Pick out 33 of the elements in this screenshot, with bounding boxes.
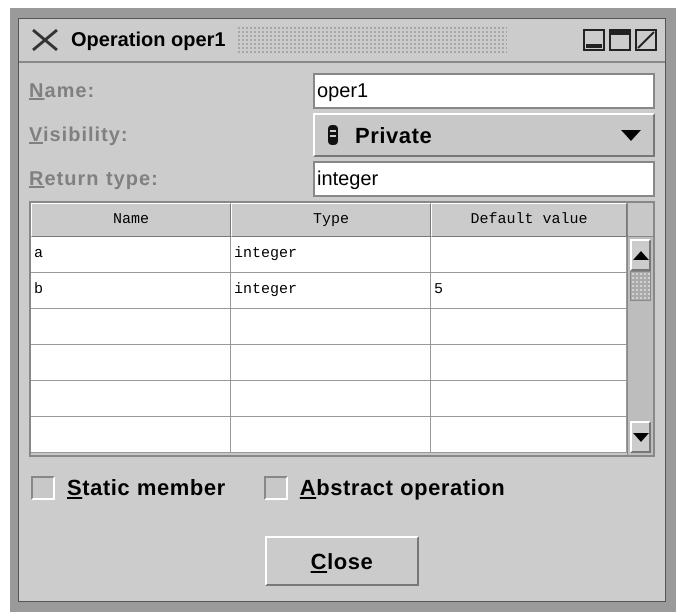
field-label: Visibility: [29,123,129,148]
checkbox-label: Abstract operation [300,474,506,502]
field-label: Return type: [29,167,159,192]
window-title: Operation oper1 [71,28,226,53]
maximize-icon[interactable] [609,29,631,51]
dropdown-value: Private [355,122,434,150]
text-field[interactable]: integer [313,161,655,197]
minimize-icon[interactable] [583,29,605,51]
checkbox-label: Static member [67,474,226,502]
lock-icon [327,124,339,146]
column-header[interactable]: Default value [431,203,627,237]
table-cell: a [31,237,231,273]
scroll-down-button[interactable] [630,421,651,453]
table-cell: b [31,273,231,309]
scrollbar[interactable] [628,237,653,455]
visibility-dropdown[interactable]: Private [313,113,655,157]
close-icon[interactable] [31,28,59,52]
table-cell: integer [231,273,431,309]
table-cell: integer [231,237,431,273]
checkbox[interactable] [264,476,288,500]
caret-icon [621,130,641,140]
field-label: Name: [29,79,96,104]
resize-icon[interactable] [635,29,657,51]
column-header[interactable]: Name [31,203,231,237]
text-field[interactable]: oper1 [313,73,655,109]
close-button[interactable]: Close [265,536,419,586]
down-arrow-icon [632,432,648,442]
table-cell: 5 [431,273,627,309]
scroll-up-button[interactable] [630,239,651,271]
up-arrow-icon [632,250,648,260]
column-header[interactable]: Type [231,203,431,237]
scroll-thumb[interactable] [630,271,651,301]
checkbox[interactable] [31,476,55,500]
